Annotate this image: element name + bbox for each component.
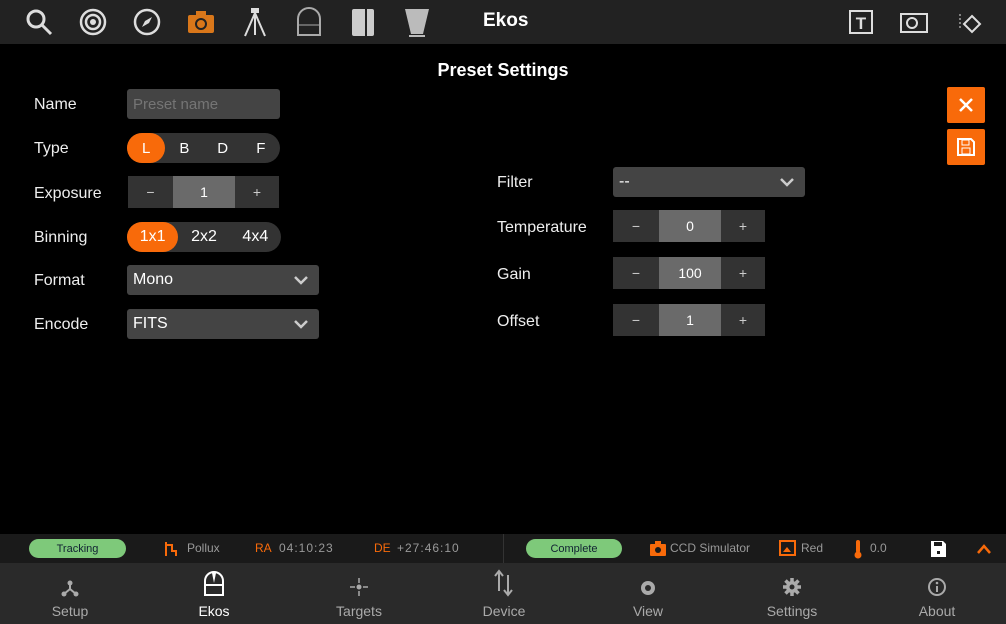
nav-device[interactable]: Device [454,563,554,624]
type-option-f[interactable]: F [242,133,280,163]
save-button[interactable] [947,129,985,165]
filter-name: Red [801,541,824,555]
type-option-l[interactable]: L [127,133,166,163]
dust-cap-icon[interactable] [347,6,379,38]
nav-about[interactable]: About [887,563,987,624]
chevron-up-icon[interactable] [976,543,992,555]
nav-view[interactable]: View [598,563,698,624]
type-option-d[interactable]: D [204,133,242,163]
encode-dropdown[interactable]: FITS [127,309,319,339]
app-title: Ekos [483,10,529,31]
type-option-b[interactable]: B [165,133,203,163]
close-button[interactable] [947,87,985,123]
nav-ekos[interactable]: Ekos [164,563,264,624]
camera-icon [650,541,666,556]
gain-value[interactable]: 100 [659,257,721,289]
filter-label: Filter [497,174,533,191]
bottom-navigation: Setup Ekos Targets Device View Settings … [0,563,1006,624]
temperature-increment-button[interactable]: + [721,210,765,242]
binning-option-4x4[interactable]: 4x4 [230,222,281,252]
info-icon [928,578,946,596]
svg-text:T: T [856,14,867,33]
format-value: Mono [133,271,174,288]
nav-settings[interactable]: Settings [742,563,842,624]
crosshair-star-icon [350,578,368,596]
de-value: +27:46:10 [397,541,460,555]
dome-icon[interactable] [293,6,325,38]
binning-option-1x1[interactable]: 1x1 [127,222,179,252]
close-icon [959,98,973,112]
camera-icon[interactable] [185,6,217,38]
gain-stepper: − 100 + [613,257,765,289]
status-bar: Tracking Pollux RA 04:10:23 DE +27:46:10… [0,534,1006,563]
temperature-decrement-button[interactable]: − [613,210,659,242]
capture-status-badge: Complete [526,539,622,558]
mount-tripod-icon[interactable] [239,6,271,38]
save-icon [957,138,975,156]
gain-decrement-button[interactable]: − [613,257,659,289]
encode-value: FITS [133,315,168,332]
camera-frame-icon[interactable] [898,6,930,38]
offset-decrement-button[interactable]: − [613,304,659,336]
temperature-label: Temperature [497,219,587,236]
gain-label: Gain [497,266,531,283]
encode-label: Encode [34,316,89,333]
save-icon[interactable] [931,541,946,557]
gear-icon [783,578,801,596]
chevron-down-icon [780,178,794,187]
exposure-stepper: − 1 + [128,176,279,208]
binning-selector: 1x1 2x2 4x4 [127,222,281,252]
observatory-icon [204,571,224,596]
thermometer-icon [854,540,862,559]
focus-target-icon[interactable] [77,6,109,38]
offset-value[interactable]: 1 [659,304,721,336]
text-frame-icon[interactable]: T [845,6,877,38]
eye-icon [641,581,655,595]
filter-dropdown[interactable]: -- [613,167,805,197]
nav-targets[interactable]: Targets [309,563,409,624]
exposure-increment-button[interactable]: + [235,176,279,208]
type-label: Type [34,140,69,157]
de-label: DE [374,541,391,555]
rotate-diamond-icon[interactable] [952,6,984,38]
up-down-arrows-icon [494,569,513,597]
offset-label: Offset [497,313,540,330]
compass-icon[interactable] [131,6,163,38]
flat-panel-icon[interactable] [401,6,433,38]
divider [503,534,504,563]
filter-value: -- [619,173,630,190]
temperature-value: 0.0 [870,541,887,555]
offset-increment-button[interactable]: + [721,304,765,336]
setup-network-icon [61,580,79,597]
dialog-title: Preset Settings [437,60,569,80]
target-icon [165,542,177,556]
mount-status-badge: Tracking [29,539,126,558]
exposure-label: Exposure [34,185,102,202]
exposure-decrement-button[interactable]: − [128,176,173,208]
temperature-stepper: − 0 + [613,210,765,242]
offset-stepper: − 1 + [613,304,765,336]
target-name: Pollux [187,541,220,555]
gain-increment-button[interactable]: + [721,257,765,289]
nav-setup[interactable]: Setup [20,563,120,624]
type-selector: L B D F [127,133,280,163]
chevron-down-icon [294,276,308,285]
chevron-down-icon [294,320,308,329]
search-icon[interactable] [23,6,55,38]
filter-image-icon [779,540,796,556]
ra-label: RA [255,541,272,555]
top-toolbar: Ekos T [0,0,1006,44]
exposure-value[interactable]: 1 [173,176,235,208]
temperature-value[interactable]: 0 [659,210,721,242]
name-label: Name [34,96,77,113]
format-label: Format [34,272,85,289]
ra-value: 04:10:23 [279,541,334,555]
binning-label: Binning [34,229,88,246]
format-dropdown[interactable]: Mono [127,265,319,295]
camera-name: CCD Simulator [670,541,751,555]
preset-name-input[interactable] [127,89,280,119]
binning-option-2x2[interactable]: 2x2 [178,222,229,252]
